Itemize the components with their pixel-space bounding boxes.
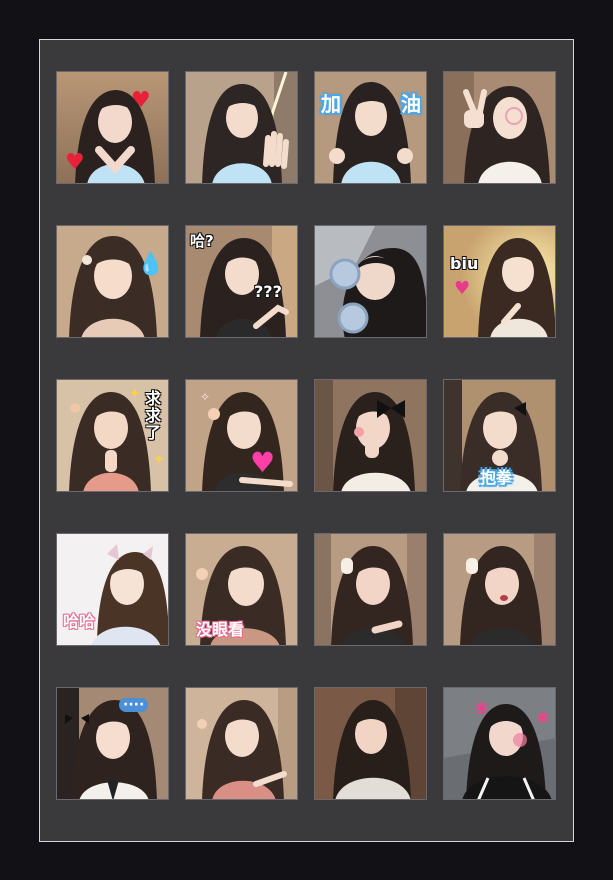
sticker-image xyxy=(315,688,426,799)
sticker-white-bow-2[interactable] xyxy=(443,533,556,646)
sticker-grid: ♥ ♥ 加 油 💧 哈? ??? biu ♥ 求求了 ✦ ✦ ♥ ✧ 抱拳 哈哈… xyxy=(56,71,556,800)
sticker-pink-top[interactable] xyxy=(185,687,298,800)
heart-icon: ♥ xyxy=(131,88,151,113)
dots-bubble: ···· xyxy=(119,698,149,712)
caption-meiyankan: 没眼看 xyxy=(196,620,245,639)
caption-baoquan: 抱拳 xyxy=(480,468,513,487)
sticker-image xyxy=(57,688,168,799)
sticker-heart-hands[interactable]: ♥ ♥ xyxy=(56,71,169,184)
sticker-image xyxy=(315,72,426,183)
sticker-wave-hand[interactable] xyxy=(185,71,298,184)
pink-bow-icon: ❀ xyxy=(536,708,550,727)
sticker-image xyxy=(444,534,555,645)
sticker-image xyxy=(186,688,297,799)
caption-biu: biu xyxy=(450,254,479,273)
sticker-image xyxy=(315,534,426,645)
sticker-dots[interactable]: ···· xyxy=(56,687,169,800)
heart-icon: ♥ xyxy=(65,150,85,175)
caption-ha: 哈? xyxy=(190,232,214,250)
sparkle-icon: ✦ xyxy=(129,386,141,402)
sticker-biu[interactable]: biu ♥ xyxy=(443,225,556,338)
sticker-sheet-frame: ♥ ♥ 加 油 💧 哈? ??? biu ♥ 求求了 ✦ ✦ ♥ ✧ 抱拳 哈哈… xyxy=(39,39,574,842)
heart-icon: ♥ xyxy=(454,278,471,299)
sticker-meiyankan[interactable]: 没眼看 xyxy=(185,533,298,646)
sticker-haha[interactable]: 哈哈 xyxy=(56,533,169,646)
sticker-ha-question[interactable]: 哈? ??? xyxy=(185,225,298,338)
caption-question-marks: ??? xyxy=(254,282,282,301)
sticker-heart-pink[interactable]: ♥ ✧ xyxy=(185,379,298,492)
sticker-image xyxy=(444,688,555,799)
sticker-qiuqiule[interactable]: 求求了 ✦ ✦ xyxy=(56,379,169,492)
caption-right: 油 xyxy=(401,92,421,116)
sticker-image xyxy=(444,72,555,183)
caption-left: 加 xyxy=(321,92,341,116)
sparkle-icon: ✧ xyxy=(200,390,211,404)
sticker-image xyxy=(315,226,426,337)
pink-bow-icon: ❀ xyxy=(474,698,490,719)
sticker-image xyxy=(315,380,426,491)
sticker-hoodie[interactable] xyxy=(314,687,427,800)
caption-qiuqiule: 求求了 xyxy=(142,390,161,441)
sweat-drop-icon: 💧 xyxy=(137,252,165,277)
caption-haha: 哈哈 xyxy=(63,612,96,631)
sticker-jiayou[interactable]: 加 油 xyxy=(314,71,427,184)
sticker-baoquan[interactable]: 抱拳 xyxy=(443,379,556,492)
sticker-image xyxy=(186,72,297,183)
sticker-image xyxy=(57,226,168,337)
sparkle-icon: ✦ xyxy=(153,452,165,468)
sticker-sweat[interactable]: 💧 xyxy=(56,225,169,338)
sticker-headphones[interactable] xyxy=(314,225,427,338)
heart-icon: ♥ xyxy=(250,446,276,479)
sticker-white-bow-1[interactable] xyxy=(314,533,427,646)
sticker-pink-bows[interactable]: ❀ ❀ xyxy=(443,687,556,800)
sticker-peace-sign[interactable] xyxy=(443,71,556,184)
sticker-black-bow-1[interactable] xyxy=(314,379,427,492)
